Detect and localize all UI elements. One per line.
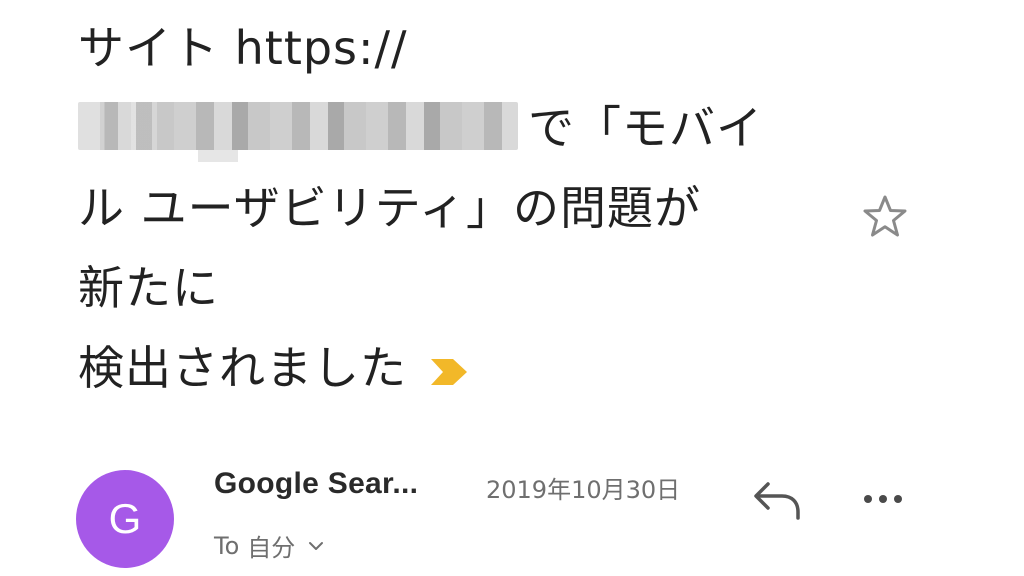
sender-name[interactable]: Google Sear... — [214, 467, 418, 501]
subject-line-4: 新たに — [78, 261, 219, 315]
star-outline-icon[interactable] — [862, 193, 908, 239]
recipient-details-toggle[interactable]: To 自分 — [214, 528, 325, 563]
important-arrow-icon[interactable] — [429, 355, 469, 389]
subject-line-5-text: 検出されました — [78, 341, 407, 395]
message-date: 2019年10月30日 — [486, 476, 681, 504]
avatar-letter: G — [108, 495, 142, 542]
subject-line-5: 検出されました — [78, 328, 818, 408]
subject-line-2-text: で「モバイ — [528, 101, 763, 155]
email-view: サイト https:// で「モバイ ル ユーザビリティ」の問題が 新たに 検出… — [0, 0, 1024, 576]
more-horizontal-icon[interactable] — [860, 486, 906, 512]
recipient-label: 自分 — [247, 534, 296, 562]
chevron-down-icon — [309, 541, 324, 550]
subject-line-2: で「モバイ — [78, 88, 818, 168]
reply-icon[interactable] — [752, 478, 802, 522]
subject-line-1: サイト https:// — [78, 21, 408, 75]
subject-line-3: ル ユーザビリティ」の問題が — [78, 181, 701, 235]
to-label: To — [214, 531, 240, 560]
avatar[interactable]: G — [76, 470, 174, 568]
redacted-domain — [78, 102, 518, 162]
email-subject: サイト https:// で「モバイ ル ユーザビリティ」の問題が 新たに 検出… — [78, 8, 818, 408]
